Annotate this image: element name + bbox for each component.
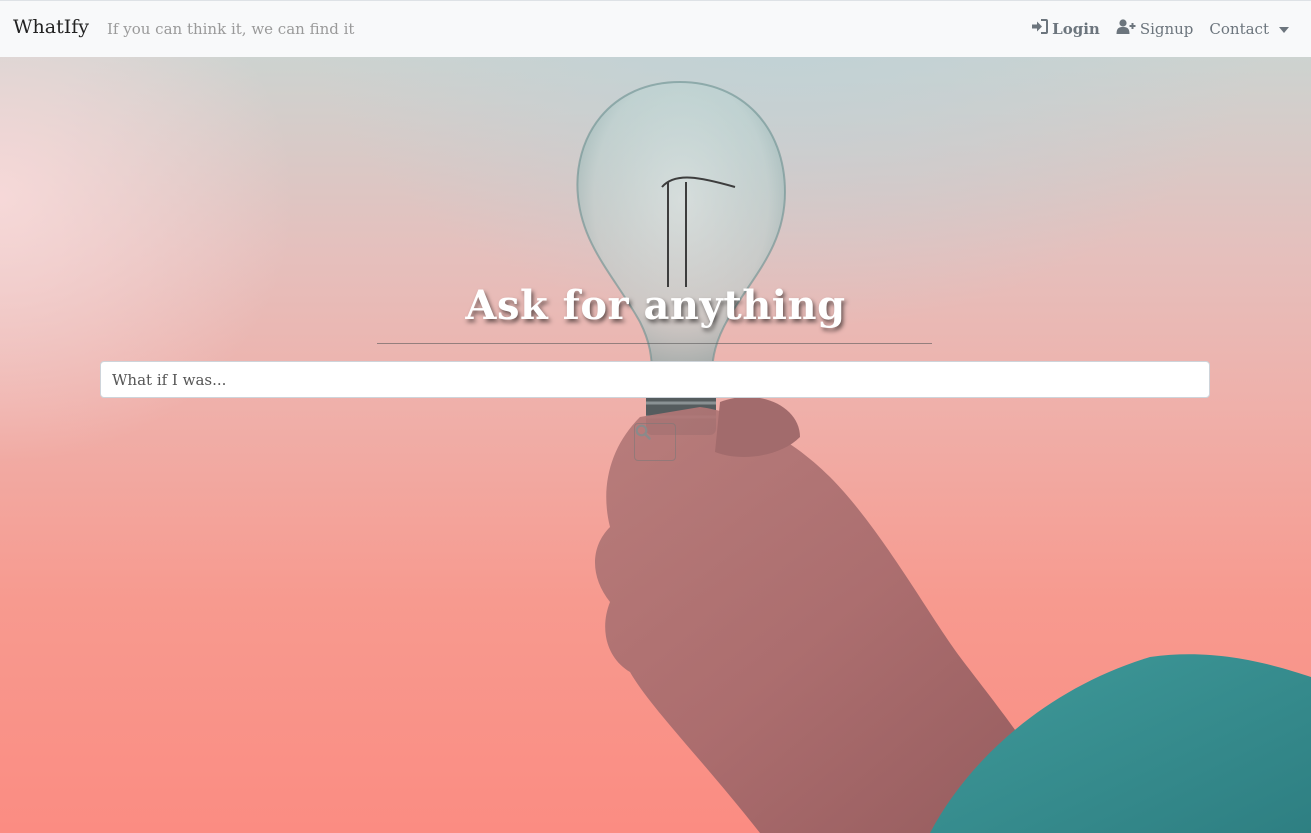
hero-title: Ask for anything (465, 282, 846, 329)
user-plus-icon (1116, 19, 1136, 38)
title-divider (377, 343, 932, 344)
caret-down-icon (1279, 26, 1289, 33)
contact-label: Contact (1209, 19, 1269, 38)
navbar: WhatIfy If you can think it, we can find… (0, 0, 1311, 57)
search-input[interactable] (100, 361, 1210, 398)
tagline: If you can think it, we can find it (107, 20, 355, 38)
search-button[interactable] (634, 423, 676, 461)
hero-section: Ask for anything (0, 57, 1311, 833)
brand-logo[interactable]: WhatIfy (13, 16, 89, 38)
nav-links: Login Signup Contact (1031, 19, 1289, 38)
signup-label: Signup (1139, 19, 1194, 38)
contact-dropdown[interactable]: Contact (1209, 20, 1289, 38)
login-label: Login (1052, 19, 1100, 38)
signup-link[interactable]: Signup (1116, 19, 1194, 38)
login-link[interactable]: Login (1031, 19, 1100, 38)
sign-in-icon (1031, 19, 1049, 38)
